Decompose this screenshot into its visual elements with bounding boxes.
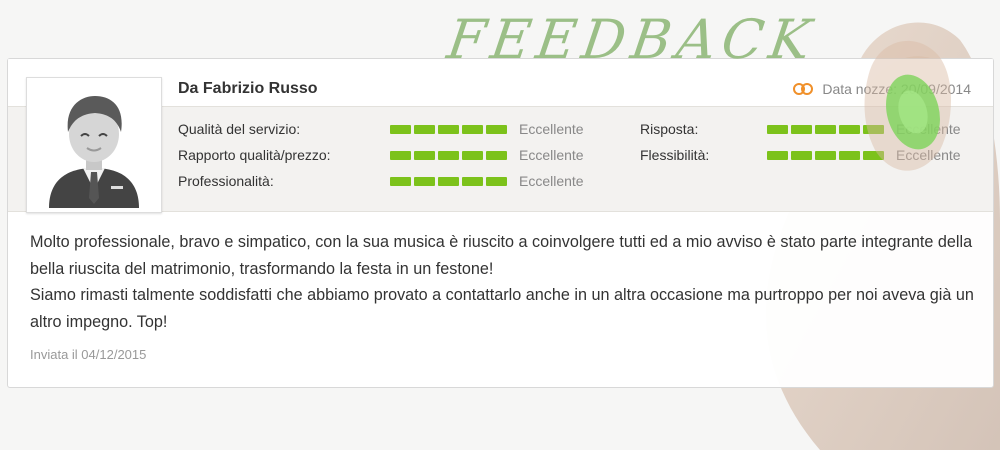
rating-row-response: Risposta: Eccellente xyxy=(640,121,961,137)
feedback-banner-title: FEEDBACK xyxy=(443,8,821,71)
sent-date: Inviata il 04/12/2015 xyxy=(30,347,147,362)
rating-value: Eccellente xyxy=(896,121,961,137)
avatar xyxy=(26,77,162,213)
review-card: Da Fabrizio Russo Data nozze: 20/09/2014… xyxy=(7,58,994,388)
wedding-date-label: Data nozze: 20/09/2014 xyxy=(822,81,971,97)
rating-bar xyxy=(390,150,507,160)
rating-label: Qualità del servizio: xyxy=(178,121,301,137)
review-paragraph: Molto professionale, bravo e simpatico, … xyxy=(30,233,973,278)
review-paragraph: Siamo rimasti talmente soddisfatti che a… xyxy=(30,286,974,331)
rating-label: Flessibilità: xyxy=(640,147,710,163)
rating-value: Eccellente xyxy=(519,173,584,189)
rating-value: Eccellente xyxy=(896,147,961,163)
rating-bar xyxy=(767,124,884,134)
rating-bar xyxy=(390,176,507,186)
rating-label: Risposta: xyxy=(640,121,699,137)
rating-row-professionalism: Professionalità: Eccellente xyxy=(178,173,584,189)
rating-label: Professionalità: xyxy=(178,173,274,189)
review-text: Molto professionale, bravo e simpatico, … xyxy=(30,229,980,335)
rating-value: Eccellente xyxy=(519,147,584,163)
rating-bar xyxy=(767,150,884,160)
wedding-date: Data nozze: 20/09/2014 xyxy=(792,81,971,97)
rating-row-flexibility: Flessibilità: Eccellente xyxy=(640,147,961,163)
reviewer-name: Da Fabrizio Russo xyxy=(178,80,318,97)
rating-row-service-quality: Qualità del servizio: Eccellente xyxy=(178,121,584,137)
wedding-rings-icon xyxy=(793,83,814,95)
rating-row-value-for-money: Rapporto qualità/prezzo: Eccellente xyxy=(178,147,584,163)
rating-label: Rapporto qualità/prezzo: xyxy=(178,147,331,163)
rating-bar xyxy=(390,124,507,134)
rating-value: Eccellente xyxy=(519,121,584,137)
user-avatar-icon xyxy=(31,82,157,208)
